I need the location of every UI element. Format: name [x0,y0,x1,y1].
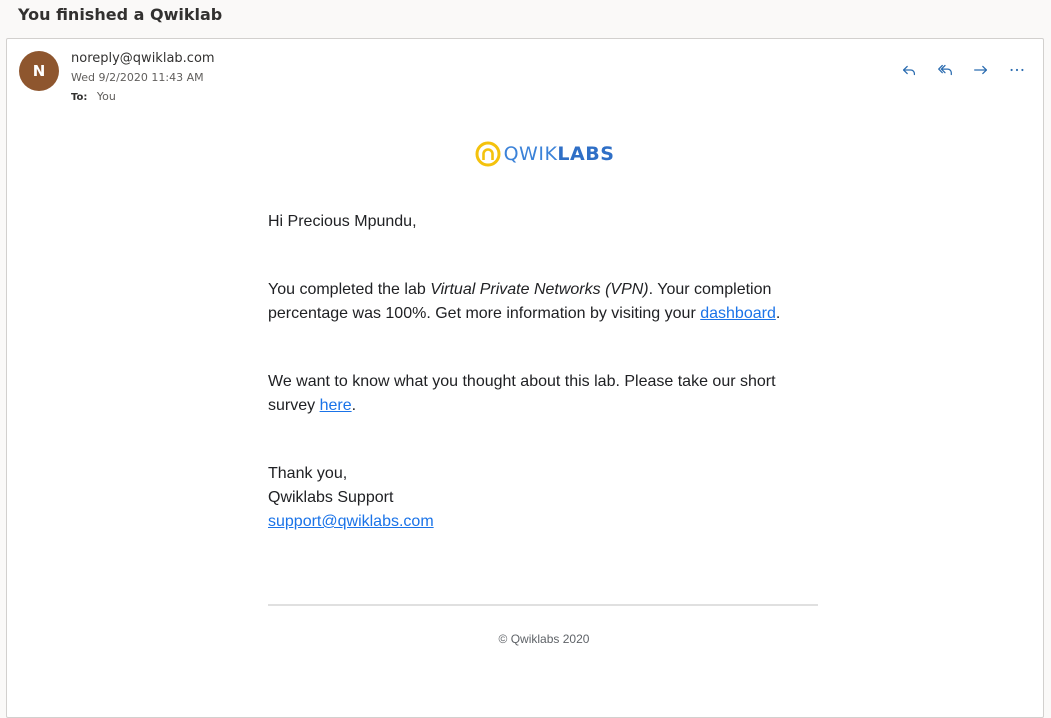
sender-email[interactable]: noreply@qwiklab.com [71,50,215,68]
reply-all-button[interactable] [929,57,961,83]
more-icon [1010,68,1024,72]
signoff: Thank you, Qwiklabs Support support@qwik… [268,462,820,534]
greeting: Hi Precious Mpundu, [268,213,417,230]
footer-copyright: © Qwiklabs 2020 [498,632,590,646]
sender-avatar[interactable]: N [19,51,59,91]
team-name: Qwiklabs Support [268,489,394,506]
message-actions [893,57,1033,83]
footer-divider [268,604,818,606]
reply-icon [902,65,916,76]
logo-wordmark: QWIKLABS [503,143,615,165]
sent-date: Wed 9/2/2020 11:43 AM [71,71,204,84]
reply-button[interactable] [893,57,925,83]
qwiklabs-logo: QWIKLABS [268,134,820,174]
recipient-line: To: You [71,88,215,107]
recipient-name[interactable]: You [97,90,116,103]
forward-button[interactable] [965,57,997,83]
dashboard-link[interactable]: dashboard [700,305,776,322]
message-header: noreply@qwiklab.com Wed 9/2/2020 11:43 A… [71,50,215,107]
survey-link[interactable]: here [320,397,352,414]
more-actions-button[interactable] [1001,57,1033,83]
lab-name: Virtual Private Networks (VPN) [430,281,649,298]
support-email-link[interactable]: support@qwiklabs.com [268,513,434,530]
to-label: To: [71,92,88,103]
reply-all-icon [938,64,952,76]
forward-icon [974,65,988,75]
email-subject: You finished a Qwiklab [18,5,223,24]
thanks-line: Thank you, [268,465,348,482]
email-reading-pane: N noreply@qwiklab.com Wed 9/2/2020 11:43… [6,38,1044,718]
completion-paragraph: You completed the lab Virtual Private Ne… [268,281,781,322]
message-body: QWIKLABS Hi Precious Mpundu, You complet… [268,134,820,646]
survey-paragraph: We want to know what you thought about t… [268,373,776,414]
qwiklabs-logo-mark-icon [475,141,501,167]
